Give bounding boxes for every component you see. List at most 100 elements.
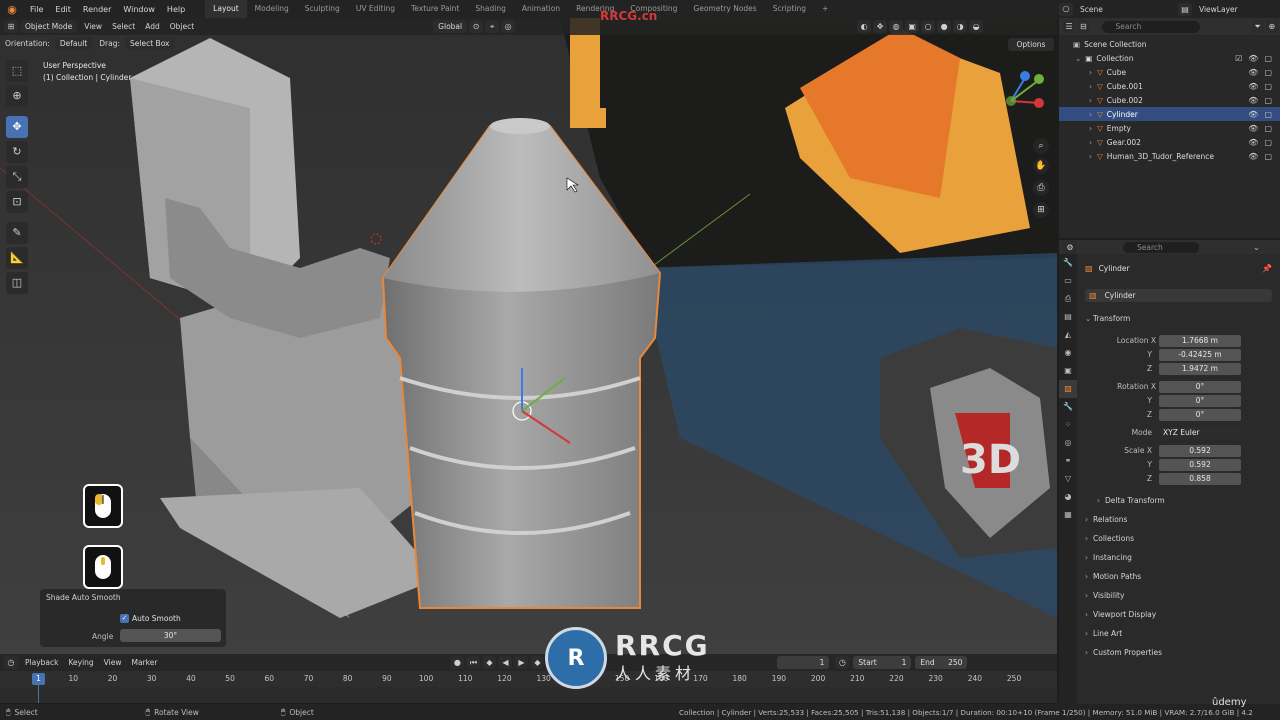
scale-x-field[interactable]: 0.592	[1159, 445, 1241, 457]
menu-timeline-view[interactable]: View	[99, 658, 127, 667]
3d-viewport[interactable]: 3D ⊞ Object Mode View Select Add Object …	[0, 18, 1057, 654]
mode-dropdown[interactable]: Object Mode	[20, 20, 78, 33]
menu-marker[interactable]: Marker	[126, 658, 162, 667]
item-toggles[interactable]: 👁 ▢	[1248, 138, 1272, 147]
camera-toggle-icon[interactable]: ▢	[1264, 152, 1272, 161]
xray-icon[interactable]: ▣	[905, 20, 920, 33]
select-tool-icon[interactable]: ⬚	[6, 60, 28, 82]
collection-tab-icon[interactable]: ▣	[1059, 362, 1077, 380]
snap-icon[interactable]: ⌖	[485, 20, 500, 33]
outliner-item-cube-002[interactable]: › ▽ Cube.002 👁 ▢	[1059, 93, 1280, 107]
filter-icon[interactable]: ⏷	[1251, 20, 1264, 33]
transform-tool-icon[interactable]: ⊡	[6, 191, 28, 213]
overlay-icon[interactable]: ◍	[889, 20, 904, 33]
shading-wire-icon[interactable]: ○	[921, 20, 936, 33]
camera-toggle-icon[interactable]: ▢	[1264, 110, 1272, 119]
eye-icon[interactable]: 👁	[1248, 96, 1258, 105]
menu-select[interactable]: Select	[107, 22, 140, 31]
timeline-area[interactable]: 1 10203040506070809010011012013014015016…	[0, 671, 1057, 703]
shading-render-icon[interactable]: ◒	[969, 20, 984, 33]
jump-start-icon[interactable]: ⏮	[466, 656, 481, 669]
location-x-field[interactable]: 1.7668 m	[1159, 335, 1241, 347]
render-tab-icon[interactable]: ▭	[1059, 272, 1077, 290]
viewlayer-selector[interactable]: ▤ ViewLayer	[1178, 0, 1243, 18]
start-frame-field[interactable]: Start 1	[853, 656, 912, 669]
section-visibility[interactable]: › Visibility	[1085, 591, 1124, 600]
outliner-editor-icon[interactable]: ☰	[1063, 20, 1076, 33]
menu-keying[interactable]: Keying	[63, 658, 98, 667]
preview-range-icon[interactable]: ◷	[835, 656, 850, 669]
tab-animation[interactable]: Animation	[514, 0, 568, 18]
camera-icon[interactable]: ⎙	[1033, 180, 1049, 196]
collection-row[interactable]: ⌄ ▣ Collection ☑ 👁 ▢	[1059, 51, 1280, 65]
expand-icon[interactable]: ›	[1089, 110, 1092, 119]
transform-orientation-dropdown[interactable]: Global	[433, 20, 468, 33]
section-viewport-display[interactable]: › Viewport Display	[1085, 610, 1156, 619]
collection-toggles[interactable]: ☑ 👁 ▢	[1235, 54, 1272, 63]
delta-transform-header[interactable]: › Delta Transform	[1097, 496, 1165, 505]
record-icon[interactable]: ●	[450, 656, 465, 669]
gizmo-toggle-icon[interactable]: ✥	[873, 20, 888, 33]
scene-tab-icon[interactable]: ◭	[1059, 326, 1077, 344]
tab-shading[interactable]: Shading	[467, 0, 513, 18]
eye-icon[interactable]: 👁	[1248, 68, 1258, 77]
expand-icon[interactable]: ⌄	[1075, 54, 1081, 63]
viewlayer-name[interactable]: ViewLayer	[1194, 5, 1243, 14]
expand-icon[interactable]: ›	[1089, 152, 1092, 161]
cursor-tool-icon[interactable]: ⊕	[6, 85, 28, 107]
frame-ruler[interactable]: 1 10203040506070809010011012013014015016…	[0, 671, 1057, 687]
menu-file[interactable]: File	[24, 5, 49, 14]
options-button[interactable]: Options	[1008, 38, 1054, 51]
outliner-search-input[interactable]: Search	[1101, 20, 1200, 33]
rotation-mode-dropdown[interactable]: XYZ Euler	[1159, 427, 1241, 439]
pivot-icon[interactable]: ⊙	[469, 20, 484, 33]
tab-scripting[interactable]: Scripting	[765, 0, 814, 18]
view-layer-tab-icon[interactable]: ▤	[1059, 308, 1077, 326]
item-toggles[interactable]: 👁 ▢	[1248, 110, 1272, 119]
add-cube-tool-icon[interactable]: ◫	[6, 272, 28, 294]
camera-toggle-icon[interactable]: ▢	[1264, 138, 1272, 147]
item-toggles[interactable]: 👁 ▢	[1248, 68, 1272, 77]
section-collections[interactable]: › Collections	[1085, 534, 1134, 543]
next-keyframe-icon[interactable]: ◆	[530, 656, 545, 669]
camera-toggle-icon[interactable]: ▢	[1264, 68, 1272, 77]
modifier-tab-icon[interactable]: 🔧	[1059, 398, 1077, 416]
scale-tool-icon[interactable]: ⤡	[6, 166, 28, 188]
navigation-gizmo[interactable]: ⌕ ✋ ⎙ ⊞	[995, 58, 1055, 238]
section-relations[interactable]: › Relations	[1085, 515, 1127, 524]
outliner-item-gear-002[interactable]: › ▽ Gear.002 👁 ▢	[1059, 135, 1280, 149]
checkbox-checked-icon[interactable]: ✓	[120, 614, 129, 623]
menu-object[interactable]: Object	[165, 22, 199, 31]
eye-icon[interactable]: 👁	[1248, 110, 1258, 119]
timeline-editor-icon[interactable]: ◷	[4, 656, 18, 669]
tab-geometry-nodes[interactable]: Geometry Nodes	[685, 0, 764, 18]
constraints-tab-icon[interactable]: ⚭	[1059, 452, 1077, 470]
menu-playback[interactable]: Playback	[20, 658, 63, 667]
scale-y-field[interactable]: 0.592	[1159, 459, 1241, 471]
menu-view[interactable]: View	[79, 22, 107, 31]
output-tab-icon[interactable]: ⎙	[1059, 290, 1077, 308]
rotation-z-field[interactable]: 0°	[1159, 409, 1241, 421]
outliner-item-cube[interactable]: › ▽ Cube 👁 ▢	[1059, 65, 1280, 79]
tab-texture-paint[interactable]: Texture Paint	[403, 0, 467, 18]
eye-icon[interactable]: 👁	[1248, 82, 1258, 91]
menu-render[interactable]: Render	[77, 5, 117, 14]
material-tab-icon[interactable]: ◕	[1059, 488, 1077, 506]
camera-toggle-icon[interactable]: ▢	[1264, 54, 1272, 63]
eye-icon[interactable]: 👁	[1248, 138, 1258, 147]
physics-tab-icon[interactable]: ◎	[1059, 434, 1077, 452]
location-z-field[interactable]: 1.9472 m	[1159, 363, 1241, 375]
camera-toggle-icon[interactable]: ▢	[1264, 96, 1272, 105]
outliner-item-cylinder[interactable]: › ▽ Cylinder 👁 ▢	[1059, 107, 1280, 121]
expand-icon[interactable]: ›	[1089, 68, 1092, 77]
axis-gizmo-icon[interactable]	[995, 58, 1055, 138]
annotate-tool-icon[interactable]: ✎	[6, 222, 28, 244]
camera-toggle-icon[interactable]: ▢	[1264, 124, 1272, 133]
section-custom-properties[interactable]: › Custom Properties	[1085, 648, 1162, 657]
transform-section-header[interactable]: ⌄ Transform	[1085, 314, 1130, 323]
outliner-item-cube-001[interactable]: › ▽ Cube.001 👁 ▢	[1059, 79, 1280, 93]
move-tool-icon[interactable]: ✥	[6, 116, 28, 138]
ortho-grid-icon[interactable]: ⊞	[1033, 202, 1049, 218]
auto-smooth-checkbox[interactable]: ✓ Auto Smooth	[120, 614, 181, 623]
zoom-icon[interactable]: ⌕	[1033, 138, 1049, 154]
